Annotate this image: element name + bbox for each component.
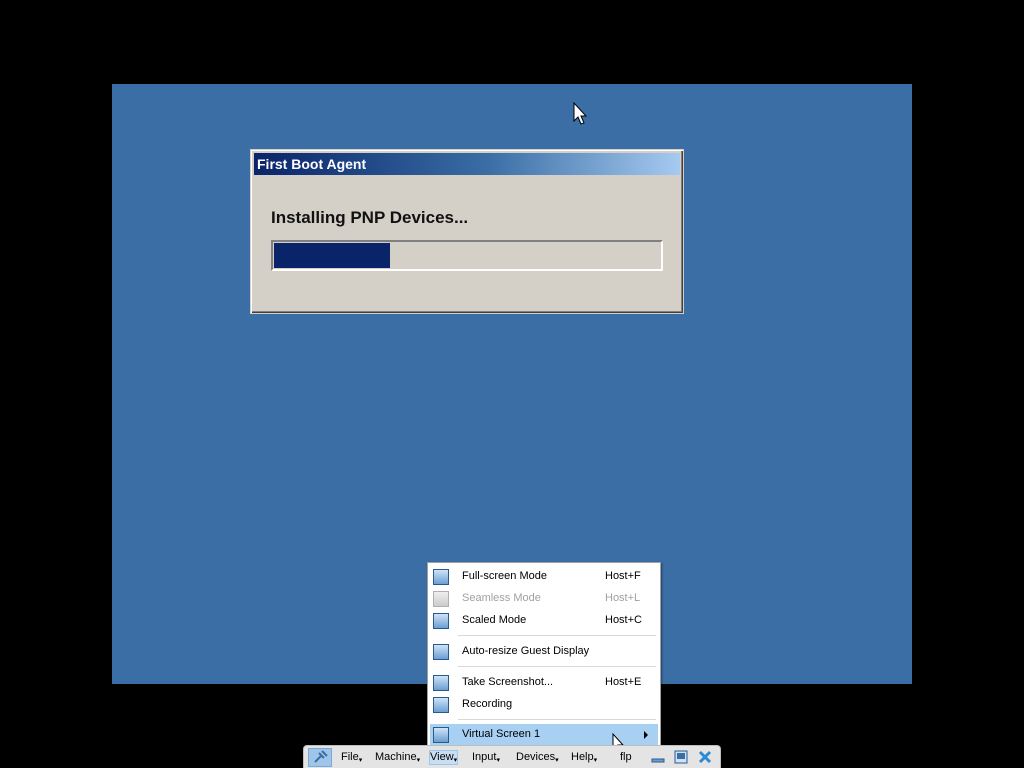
- menu-item-shortcut: Host+E: [605, 676, 642, 688]
- menu-item-scaled-mode[interactable]: Scaled Mode Host+C: [430, 610, 658, 632]
- menu-separator: [458, 635, 656, 636]
- recording-icon: [433, 697, 449, 713]
- menu-item-label: Full-screen Mode: [462, 570, 547, 582]
- menu-item-label: Scaled Mode: [462, 614, 527, 626]
- auto-resize-icon: [433, 644, 449, 660]
- menu-label: File: [341, 751, 359, 763]
- menu-item-label: Virtual Screen 1: [462, 728, 541, 740]
- caret-down-icon: ▾: [416, 757, 421, 764]
- menu-separator: [458, 719, 656, 720]
- progress-fill: [274, 243, 390, 268]
- caret-down-icon: ▾: [593, 757, 598, 764]
- pin-toolbar-button[interactable]: [308, 748, 332, 767]
- first-boot-agent-dialog: First Boot Agent Installing PNP Devices.…: [250, 149, 684, 314]
- menu-label: Help: [571, 751, 594, 763]
- toolbar-menu-machine[interactable]: Machine▾: [375, 751, 420, 764]
- menu-label: View: [430, 751, 454, 763]
- close-icon[interactable]: [697, 749, 713, 765]
- menu-item-label: Auto-resize Guest Display: [462, 645, 590, 657]
- caret-down-icon: ▾: [453, 757, 458, 764]
- menu-item-label: Recording: [462, 698, 513, 710]
- caret-down-icon: ▾: [555, 757, 559, 764]
- menu-item-auto-resize[interactable]: Auto-resize Guest Display: [430, 641, 658, 663]
- vm-mini-toolbar: File▾ Machine▾ View▾ Input▾ Devices▾ Hel…: [303, 745, 721, 768]
- dialog-title: First Boot Agent: [254, 153, 680, 175]
- mouse-pointer-icon: [573, 102, 587, 125]
- caret-down-icon: ▾: [496, 757, 500, 764]
- seamless-icon: [433, 591, 449, 607]
- menu-item-shortcut: Host+L: [605, 592, 641, 604]
- fullscreen-icon: [433, 569, 449, 585]
- toolbar-menu-devices[interactable]: Devices▾: [516, 751, 559, 764]
- toolbar-menu-view[interactable]: View▾: [428, 750, 459, 765]
- scaled-icon: [433, 613, 449, 629]
- toolbar-menu-file[interactable]: File▾: [341, 751, 362, 764]
- menu-label: Input: [472, 751, 497, 763]
- exit-fullscreen-icon[interactable]: [673, 749, 689, 765]
- menu-item-fullscreen-mode[interactable]: Full-screen Mode Host+F: [430, 566, 658, 588]
- menu-separator: [458, 666, 656, 667]
- menu-item-shortcut: Host+C: [605, 614, 642, 626]
- pin-icon: [314, 750, 328, 763]
- menu-item-take-screenshot[interactable]: Take Screenshot... Host+E: [430, 672, 658, 694]
- menu-item-recording[interactable]: Recording: [430, 694, 658, 716]
- progress-bar: [271, 240, 663, 271]
- submenu-arrow-icon: [644, 731, 648, 739]
- vm-name-label: flp: [620, 751, 632, 763]
- screenshot-icon: [433, 675, 449, 691]
- minimize-icon[interactable]: [650, 749, 666, 765]
- menu-label: Machine: [375, 751, 417, 763]
- menu-item-seamless-mode[interactable]: Seamless Mode Host+L: [430, 588, 658, 610]
- toolbar-menu-help[interactable]: Help▾: [571, 751, 597, 764]
- menu-label: Devices: [516, 751, 556, 763]
- view-menu: Full-screen Mode Host+F Seamless Mode Ho…: [427, 562, 661, 748]
- menu-item-label: Seamless Mode: [462, 592, 541, 604]
- menu-item-shortcut: Host+F: [605, 570, 641, 582]
- virtual-screen-icon: [433, 727, 449, 743]
- dialog-message: Installing PNP Devices...: [271, 208, 469, 227]
- toolbar-menu-input[interactable]: Input▾: [472, 751, 500, 764]
- caret-down-icon: ▾: [358, 757, 363, 764]
- menu-item-label: Take Screenshot...: [462, 676, 554, 688]
